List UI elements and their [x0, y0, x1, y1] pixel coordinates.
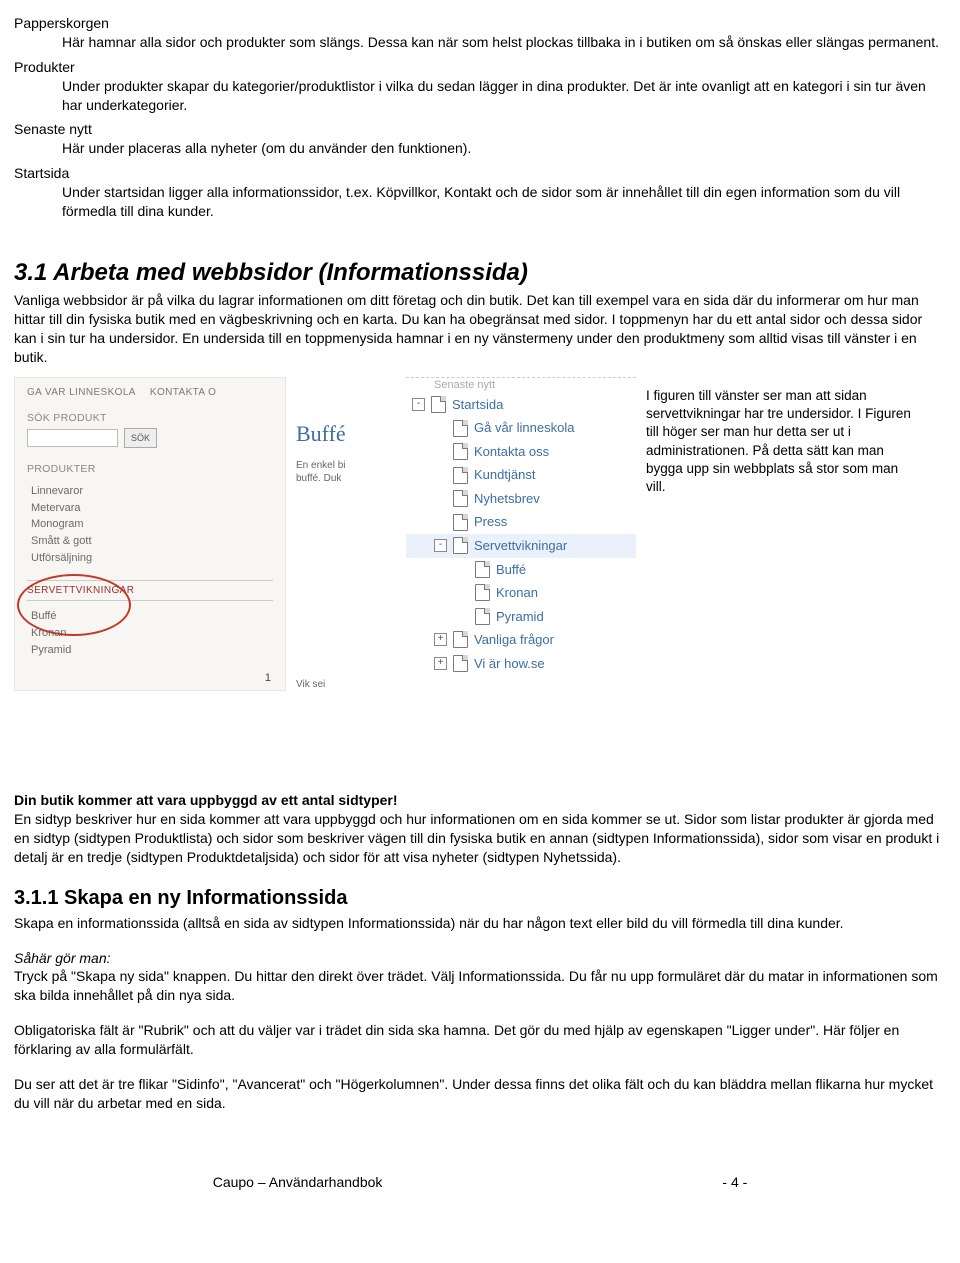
expand-icon[interactable]: + [434, 657, 447, 670]
tree-node[interactable]: Nyhetsbrev [406, 487, 636, 511]
tree-spacer [456, 564, 469, 575]
figure-caption: I figuren till vänster ser man att sidan… [646, 377, 916, 691]
tree-node-label: Nyhetsbrev [474, 490, 540, 508]
tree-node[interactable]: Buffé [406, 558, 636, 582]
strip-small-1: En enkel bi [296, 459, 396, 473]
tree-node[interactable]: Kronan [406, 581, 636, 605]
page-icon [453, 420, 468, 437]
tree-node[interactable]: Press [406, 510, 636, 534]
fe-product-item[interactable]: Metervara [31, 501, 273, 516]
fe-product-item[interactable]: Utförsäljning [31, 551, 273, 566]
fe-product-item[interactable]: Monogram [31, 517, 273, 532]
tree-spacer [434, 446, 447, 457]
admin-tree-figure: Senaste nytt - Startsida Gå vår linneskola… [406, 377, 636, 691]
expand-icon[interactable]: + [434, 633, 447, 646]
heading-3-1: 3.1 Arbeta med webbsidor (Informationssi… [14, 257, 946, 289]
page-icon [453, 443, 468, 460]
tree-node-label: Vanliga frågor [474, 631, 554, 649]
fe-servett-item[interactable]: Kronan [31, 626, 273, 641]
tree-node[interactable]: Kontakta oss [406, 440, 636, 464]
tree-node-label: Buffé [496, 561, 526, 579]
fe-servett-item[interactable]: Pyramid [31, 643, 273, 658]
definition-body: Under startsidan ligger alla information… [62, 183, 946, 221]
strip-title: Buffé [296, 419, 396, 449]
fe-products-label: PRODUKTER [15, 454, 285, 478]
definition-body: Här hamnar alla sidor och produkter som … [62, 33, 946, 52]
tree-node-label: Kontakta oss [474, 443, 549, 461]
strip-small-2: buffé. Duk [296, 472, 396, 486]
strip-figure: Buffé En enkel bi buffé. Duk Vik sei [296, 377, 396, 691]
definition-term: Papperskorgen [14, 14, 946, 33]
definition-term: Produkter [14, 58, 946, 77]
sidtyper-heading: Din butik kommer att vara uppbyggd av et… [14, 791, 946, 810]
tree-node-label: Startsida [452, 396, 503, 414]
footer-right: - 4 - [722, 1173, 747, 1192]
tree-spacer [434, 470, 447, 481]
tree-node-label: Gå vår linneskola [474, 419, 574, 437]
page-icon [453, 537, 468, 554]
tree-node[interactable]: Pyramid [406, 605, 636, 629]
page-icon [453, 655, 468, 672]
tree-node-label: Kronan [496, 584, 538, 602]
definition-term: Senaste nytt [14, 120, 946, 139]
tree-spacer [456, 587, 469, 598]
section-3-1-1-body: Skapa en informationssida (alltså en sid… [14, 914, 946, 933]
tree-node[interactable]: - Servettvikningar [406, 534, 636, 558]
tree-node-label: Press [474, 513, 507, 531]
page-icon [453, 490, 468, 507]
tree-node-label: Vi är how.se [474, 655, 545, 673]
collapse-icon[interactable]: - [412, 398, 425, 411]
definition-term: Startsida [14, 164, 946, 183]
tree-node[interactable]: Kundtjänst [406, 463, 636, 487]
fe-product-item[interactable]: Smått & gott [31, 534, 273, 549]
collapse-icon[interactable]: - [434, 539, 447, 552]
page-icon [475, 608, 490, 625]
page-icon [475, 584, 490, 601]
howto-body: Tryck på "Skapa ny sida" knappen. Du hit… [14, 967, 946, 1005]
tree-node[interactable]: - Startsida [406, 393, 636, 417]
fe-search-button[interactable]: SÖK [124, 428, 157, 448]
fe-servett-label: SERVETTVIKNINGAR [27, 580, 273, 602]
tree-node-label: Kundtjänst [474, 466, 535, 484]
page-icon [453, 514, 468, 531]
section-3-1-1-p3: Obligatoriska fält är "Rubrik" och att d… [14, 1021, 946, 1059]
tree-cut-top: Senaste nytt [406, 377, 636, 393]
definition-body: Under produkter skapar du kategorier/pro… [62, 77, 946, 115]
fe-search-input[interactable] [27, 429, 118, 447]
tree-node[interactable]: + Vi är how.se [406, 652, 636, 676]
heading-3-1-1: 3.1.1 Skapa en ny Informationssida [14, 885, 946, 912]
section-3-1-1-p4: Du ser att det är tre flikar "Sidinfo", … [14, 1075, 946, 1113]
tree-node-label: Servettvikningar [474, 537, 567, 555]
fe-product-item[interactable]: Linnevaror [31, 484, 273, 499]
definition-body: Här under placeras alla nyheter (om du a… [62, 139, 946, 158]
tree-node-label: Pyramid [496, 608, 544, 626]
page-icon [453, 467, 468, 484]
tree-spacer [456, 611, 469, 622]
fe-topnav-item[interactable]: KONTAKTA O [150, 386, 216, 400]
tree-node[interactable]: Gå vår linneskola [406, 416, 636, 440]
strip-bottom: Vik sei [296, 678, 396, 692]
frontend-figure: GA VAR LINNESKOLA KONTAKTA O SÖK PRODUKT… [14, 377, 286, 691]
page-icon [431, 396, 446, 413]
page-icon [475, 561, 490, 578]
fe-servett-item[interactable]: Buffé [31, 609, 273, 624]
fe-search-label: SÖK PRODUKT [15, 403, 285, 427]
page-icon [453, 631, 468, 648]
section-3-1-body: Vanliga webbsidor är på vilka du lagrar … [14, 291, 946, 367]
sidtyper-body: En sidtyp beskriver hur en sida kommer a… [14, 810, 946, 867]
fe-page-number: 1 [265, 671, 271, 686]
tree-spacer [434, 493, 447, 504]
tree-spacer [434, 423, 447, 434]
tree-node[interactable]: + Vanliga frågor [406, 628, 636, 652]
howto-label: Såhär gör man: [14, 949, 946, 968]
tree-spacer [434, 517, 447, 528]
footer-left: Caupo – Användarhandbok [213, 1173, 383, 1192]
fe-topnav-item[interactable]: GA VAR LINNESKOLA [27, 386, 136, 400]
